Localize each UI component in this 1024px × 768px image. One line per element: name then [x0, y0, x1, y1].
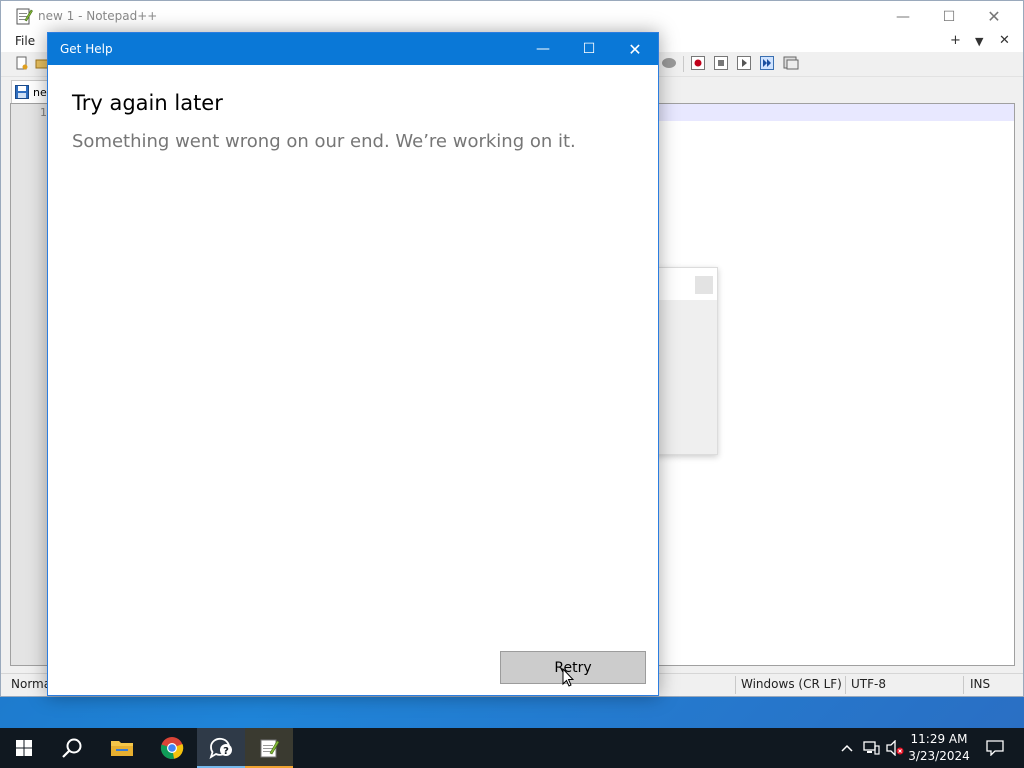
windows-logo-icon — [16, 740, 32, 756]
error-heading: Try again later — [72, 91, 223, 115]
system-clock[interactable]: 11:29 AM 3/23/2024 — [902, 731, 976, 765]
svg-text:?: ? — [223, 746, 229, 757]
minimize-icon[interactable]: — — [880, 1, 926, 32]
network-icon[interactable] — [860, 728, 882, 768]
notepad-titlebar[interactable]: new 1 - Notepad++ — ☐ ✕ — [1, 1, 1023, 32]
close-tab-icon[interactable]: ✕ — [999, 33, 1010, 48]
play-macro-icon[interactable] — [737, 56, 751, 70]
search-button[interactable] — [48, 728, 96, 768]
save-macro-icon[interactable] — [783, 56, 799, 70]
taskbar-file-explorer[interactable] — [98, 728, 146, 768]
tab-list-down-icon[interactable]: ▼ — [975, 35, 983, 48]
minimize-icon[interactable]: — — [520, 33, 566, 65]
close-icon[interactable]: ✕ — [612, 33, 658, 65]
close-icon[interactable]: ✕ — [971, 1, 1017, 32]
status-encoding: UTF-8 — [851, 677, 886, 691]
notification-icon — [986, 740, 1004, 756]
menu-file[interactable]: File — [15, 34, 35, 48]
taskbar-chrome[interactable] — [148, 728, 196, 768]
maximize-icon[interactable]: ☐ — [566, 33, 612, 65]
status-insert-mode: INS — [970, 677, 991, 691]
record-macro-icon[interactable] — [691, 56, 705, 70]
get-help-title: Get Help — [60, 42, 113, 56]
clock-time: 11:29 AM — [910, 732, 968, 746]
folder-icon — [111, 741, 133, 756]
notepad-plus-plus-icon — [260, 739, 280, 758]
get-help-icon: ? — [209, 737, 232, 759]
taskbar-notepad-plus-plus[interactable] — [245, 728, 293, 768]
maximize-icon[interactable]: ☐ — [926, 1, 972, 32]
status-eol: Windows (CR LF) — [741, 677, 842, 691]
new-file-icon[interactable] — [15, 56, 29, 70]
action-center-button[interactable] — [980, 728, 1010, 768]
notepad-title: new 1 - Notepad++ — [38, 9, 158, 23]
run-macro-multiple-icon[interactable] — [760, 56, 774, 70]
clock-date: 3/23/2024 — [908, 749, 970, 763]
get-help-window: Get Help — ☐ ✕ Try again later Something… — [47, 32, 659, 696]
notepad-app-icon — [16, 8, 33, 25]
chrome-icon — [160, 737, 184, 759]
mouse-cursor-icon — [562, 668, 574, 687]
taskbar-get-help[interactable]: ? — [197, 728, 245, 768]
search-icon — [62, 738, 82, 758]
line-gutter: 1 — [11, 104, 51, 665]
save-status-icon — [15, 85, 29, 99]
background-dialog-close-button[interactable] — [695, 276, 713, 294]
start-button[interactable] — [0, 728, 48, 768]
line-number: 1 — [40, 106, 47, 119]
error-message: Something went wrong on our end. We’re w… — [72, 131, 576, 152]
taskbar: ? 11:29 AM 3/23/2024 — [0, 728, 1024, 768]
get-help-titlebar[interactable]: Get Help — ☐ ✕ — [48, 33, 658, 65]
show-hidden-icons-chevron-icon[interactable] — [837, 728, 857, 768]
new-tab-plus-icon[interactable]: + — [950, 33, 961, 48]
macro-icon[interactable] — [661, 56, 677, 70]
stop-macro-icon[interactable] — [714, 56, 728, 70]
